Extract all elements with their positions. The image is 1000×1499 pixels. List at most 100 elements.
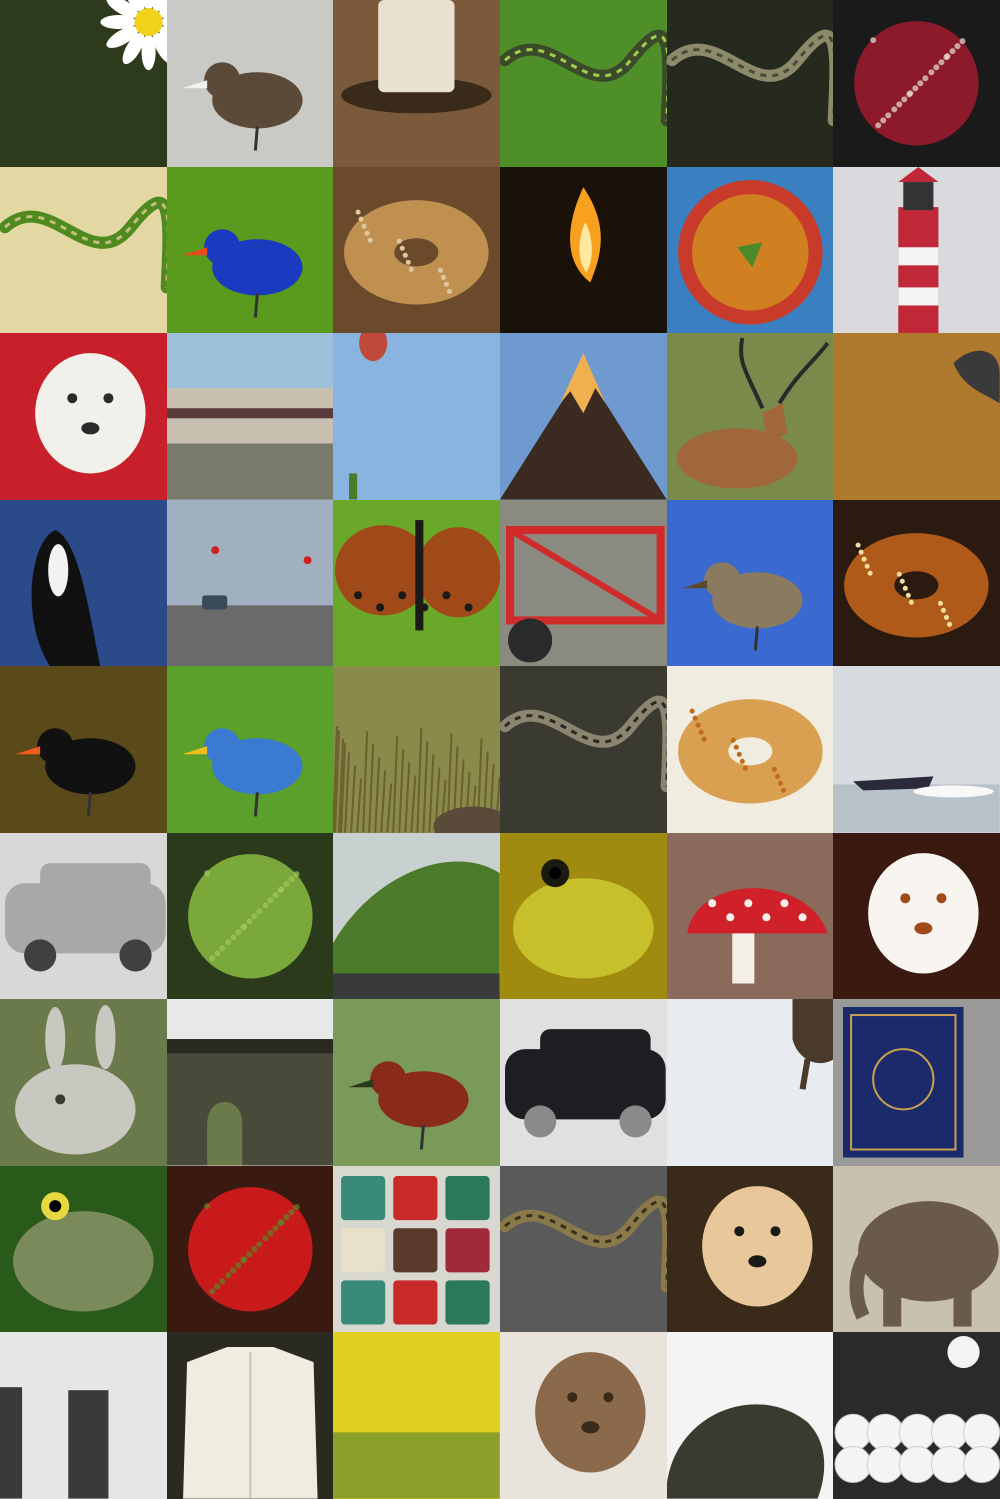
tile-standing-stones (0, 1332, 167, 1499)
image-mosaic-grid (0, 0, 1000, 1499)
tile-impala-antelope (666, 333, 834, 500)
tile-crumpets-bread (666, 666, 834, 833)
tile-image-yellow-frog (513, 858, 654, 979)
tile-image-strawberry (187, 1186, 313, 1312)
tile-elephant (833, 1165, 1000, 1333)
tile-image-green-snake-leaf (500, 29, 667, 127)
tile-image-silver-minivan (5, 862, 166, 972)
tile-viper-snake (666, 0, 834, 167)
tile-blue-gold-book (833, 999, 1000, 1166)
tile-bagel-bread (333, 166, 500, 334)
tile-green-snake-leaf (500, 0, 667, 167)
tile-image-grey-rabbit (15, 1005, 136, 1155)
tile-stone-viaduct (166, 999, 334, 1166)
tile-image-coffee-cup (341, 0, 492, 114)
tile-image-garter-snake-ground (500, 1195, 667, 1293)
tile-coffee-cup (333, 0, 500, 167)
tile-image-papillon-dog (868, 852, 979, 974)
tile-glazed-pretzel (833, 499, 1000, 667)
tile-image-hot-air-balloon-sky (349, 333, 388, 500)
tile-oystercatcher-bird (0, 666, 167, 833)
tile-image-green-papayas (187, 853, 313, 979)
tile-snow-dog (666, 999, 834, 1166)
tile-image-puppy-on-bed (535, 1352, 646, 1473)
tile-orca-whale (0, 499, 167, 667)
tile-image-blue-gold-book (843, 1007, 964, 1158)
tile-image-stone-viaduct (166, 1039, 334, 1166)
tile-silver-minivan (0, 832, 167, 1000)
tile-image-red-mushroom (686, 887, 828, 984)
tile-blue-bird (166, 166, 334, 334)
tile-red-grouse-bird (333, 999, 500, 1166)
tile-image-golf-balls (834, 1336, 1000, 1484)
tile-image-red-grouse-bird (348, 1061, 469, 1150)
tile-image-dry-grass-field (333, 726, 500, 833)
tile-garter-snake-ground (500, 1165, 667, 1333)
tile-traffic-intersection (166, 499, 334, 667)
tile-green-vine-snake (0, 166, 167, 334)
tile-brown-butterfly (333, 499, 500, 667)
tile-papillon-dog (833, 832, 1000, 1000)
tile-image-elephant (849, 1200, 999, 1327)
tile-dry-grass-field (333, 666, 500, 833)
tile-image-shih-tzu-dog (35, 353, 146, 474)
tile-canola-field (333, 1332, 500, 1499)
tile-image-perched-sparrow (681, 561, 803, 651)
tile-rattlesnake-coil (500, 666, 667, 833)
tile-speedboat-water (833, 666, 1000, 833)
tile-yellow-frog (500, 832, 667, 1000)
tile-image-blue-bird (181, 228, 303, 318)
tile-image-white-shirt (182, 1347, 318, 1499)
tile-lighthouse (833, 166, 1000, 334)
tile-golf-balls (833, 1332, 1000, 1499)
tile-image-red-machinery (506, 525, 665, 663)
tile-erupting-volcano (500, 333, 667, 500)
tile-soup-bowl (666, 166, 834, 334)
tile-daisy-flower (0, 0, 167, 167)
tile-image-rainbow-lorikeet (181, 728, 303, 817)
tile-rainbow-lorikeet (166, 666, 334, 833)
tile-image-daisy-flower (100, 0, 167, 71)
tile-pomegranate (833, 0, 1000, 167)
tile-flame-torch (500, 166, 667, 334)
tile-image-passenger-train (166, 388, 334, 500)
tile-image-pomegranate (854, 21, 979, 146)
tile-image-green-hill (333, 861, 500, 1000)
tile-image-hedgehog (666, 1404, 824, 1499)
tile-image-black-sports-car (505, 1029, 666, 1138)
tile-image-oystercatcher-bird (15, 728, 136, 817)
tile-image-flame-torch (570, 186, 601, 282)
tile-golden-surface (833, 333, 1000, 500)
tile-image-erupting-volcano (500, 353, 667, 500)
tile-image-tree-frog (13, 1191, 154, 1312)
tile-image-orca-whale (31, 529, 101, 667)
tile-hedgehog (666, 1332, 834, 1499)
tile-image-pomeranian-puppy (701, 1185, 813, 1307)
tile-white-shirt (166, 1332, 334, 1499)
tile-strawberry (166, 1165, 334, 1333)
tile-image-green-vine-snake (0, 196, 167, 293)
tile-image-speedboat-water (833, 776, 1000, 833)
tile-red-mushroom (666, 832, 834, 1000)
tile-grey-rabbit (0, 999, 167, 1166)
tile-green-hill (333, 832, 500, 1000)
tile-watercolor-palette (333, 1165, 500, 1333)
tile-green-papayas (166, 832, 334, 1000)
tile-image-brown-butterfly (335, 519, 500, 631)
tile-image-rattlesnake-coil (500, 696, 667, 793)
tile-image-bagel-bread (344, 199, 489, 305)
tile-passenger-train (166, 333, 334, 500)
tile-image-soup-bowl (677, 179, 823, 325)
tile-image-glazed-pretzel (844, 532, 989, 638)
tile-puppy-on-bed (500, 1332, 667, 1499)
tile-sandpiper-bird (166, 0, 334, 167)
tile-image-canola-field (333, 1332, 500, 1499)
tile-tree-frog (0, 1165, 167, 1333)
tile-image-viper-snake (666, 29, 834, 127)
tile-image-watercolor-palette (341, 1175, 490, 1325)
tile-perched-sparrow (666, 499, 834, 667)
tile-red-machinery (500, 499, 667, 667)
tile-image-snow-dog (792, 999, 834, 1091)
tile-pomeranian-puppy (666, 1165, 834, 1333)
tile-hot-air-balloon-sky (333, 333, 500, 500)
